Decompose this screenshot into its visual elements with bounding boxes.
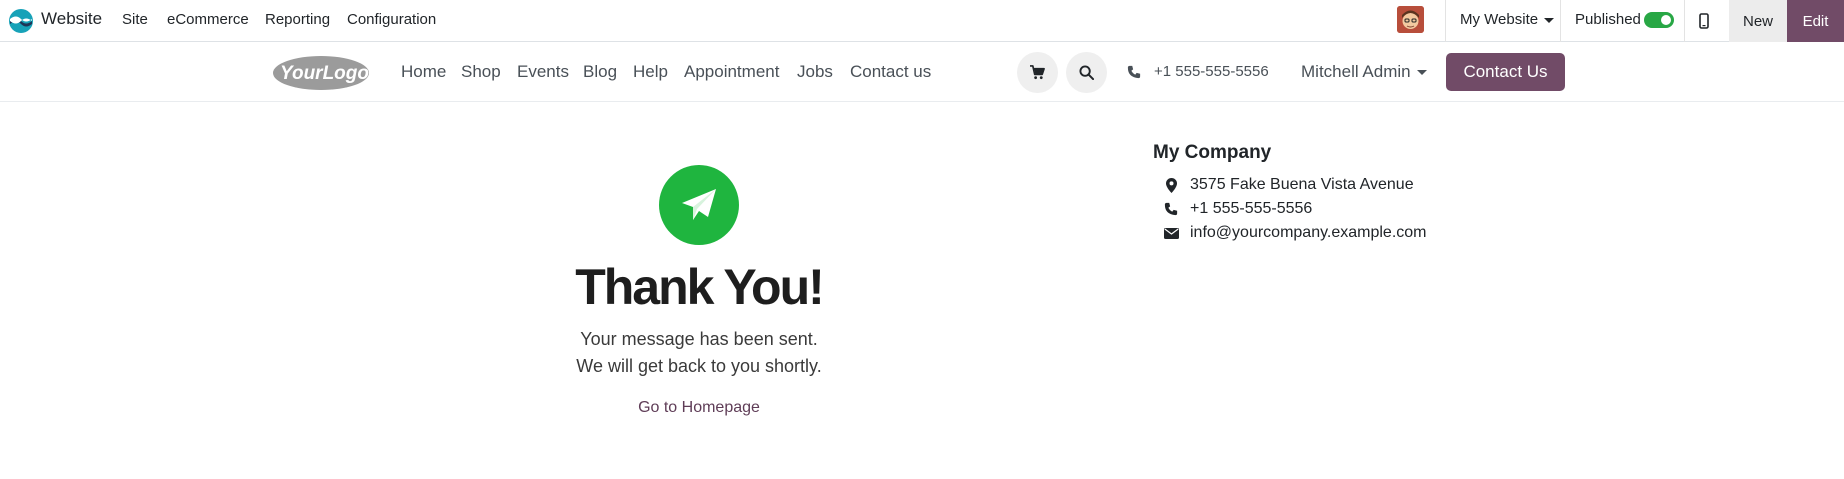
website-selector-label: My Website — [1460, 11, 1539, 28]
user-menu[interactable]: Mitchell Admin — [1301, 62, 1427, 82]
app-name[interactable]: Website — [41, 9, 102, 29]
phone-icon — [1162, 201, 1180, 217]
divider — [1560, 0, 1561, 42]
nav-jobs[interactable]: Jobs — [797, 62, 833, 82]
nav-help[interactable]: Help — [633, 62, 668, 82]
website-header: YourLogo Home Shop Events Blog Help Appo… — [0, 43, 1844, 102]
menu-ecommerce[interactable]: eCommerce — [167, 11, 249, 28]
company-phone[interactable]: +1 555-555-5556 — [1190, 200, 1312, 218]
nav-blog[interactable]: Blog — [583, 62, 617, 82]
chevron-down-icon — [1544, 17, 1555, 23]
menu-configuration[interactable]: Configuration — [347, 11, 436, 28]
cart-icon — [1030, 65, 1045, 80]
phone-icon — [1127, 65, 1141, 79]
thank-you-message-line1: Your message has been sent. — [580, 329, 818, 349]
thank-you-message-line2: We will get back to you shortly. — [576, 356, 822, 376]
divider — [1445, 0, 1446, 42]
user-avatar[interactable] — [1397, 6, 1424, 33]
company-address-row: 3575 Fake Buena Vista Avenue — [1162, 174, 1414, 196]
thank-you-title: Thank You! — [575, 259, 825, 315]
website-selector[interactable]: My Website — [1460, 11, 1555, 28]
website-app-icon[interactable] — [8, 8, 34, 34]
nav-appointment[interactable]: Appointment — [684, 62, 779, 82]
menu-reporting[interactable]: Reporting — [265, 11, 330, 28]
menu-site[interactable]: Site — [122, 11, 148, 28]
chevron-down-icon — [1416, 70, 1427, 76]
admin-navbar: Website Site eCommerce Reporting Configu… — [0, 0, 1844, 42]
go-to-homepage-link[interactable]: Go to Homepage — [569, 399, 829, 417]
nav-home[interactable]: Home — [401, 62, 446, 82]
nav-contact-us[interactable]: Contact us — [850, 62, 931, 82]
site-logo[interactable]: YourLogo — [272, 52, 370, 92]
nav-events[interactable]: Events — [517, 62, 569, 82]
edit-button[interactable]: Edit — [1787, 0, 1844, 42]
envelope-icon — [1162, 225, 1180, 241]
company-email[interactable]: info@yourcompany.example.com — [1190, 224, 1427, 242]
new-button[interactable]: New — [1729, 0, 1787, 42]
search-button[interactable] — [1066, 52, 1107, 93]
mobile-phone-icon — [1699, 13, 1709, 29]
header-phone[interactable]: +1 555-555-5556 — [1154, 63, 1269, 80]
avatar-face-icon — [1397, 6, 1424, 33]
logo-text: YourLogo — [280, 63, 369, 84]
search-icon — [1079, 65, 1094, 80]
contact-us-button[interactable]: Contact Us — [1446, 53, 1565, 91]
published-toggle[interactable] — [1644, 12, 1674, 28]
nav-shop[interactable]: Shop — [461, 62, 501, 82]
thank-you-badge — [659, 165, 739, 245]
toggle-knob — [1661, 15, 1671, 25]
company-phone-row: +1 555-555-5556 — [1162, 198, 1312, 220]
company-email-row: info@yourcompany.example.com — [1162, 222, 1427, 244]
divider — [1684, 0, 1685, 42]
map-marker-icon — [1162, 177, 1180, 193]
paper-plane-icon — [682, 189, 716, 220]
published-label: Published — [1575, 11, 1641, 28]
user-name: Mitchell Admin — [1301, 62, 1411, 81]
cart-button[interactable] — [1017, 52, 1058, 93]
company-name: My Company — [1153, 142, 1272, 163]
mobile-preview-button[interactable] — [1690, 0, 1720, 42]
company-address: 3575 Fake Buena Vista Avenue — [1190, 176, 1414, 193]
